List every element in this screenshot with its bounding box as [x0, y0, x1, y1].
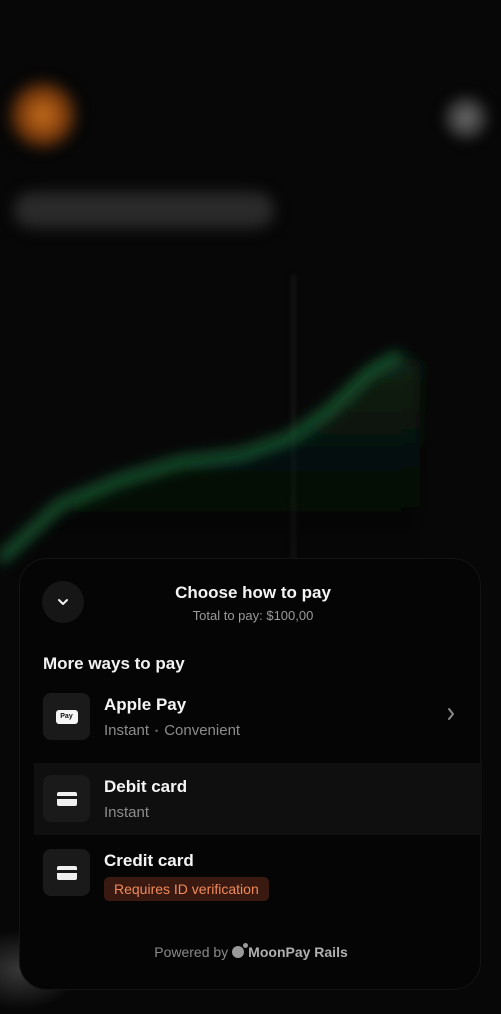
option-credit-card[interactable]: Credit card Requires ID verification — [34, 837, 482, 909]
moonpay-logo-icon — [232, 943, 249, 958]
footer-brand: MoonPay Rails — [232, 943, 348, 960]
id-verification-badge: Requires ID verification — [104, 877, 269, 901]
apple-pay-icon: Pay — [55, 709, 78, 724]
section-title: More ways to pay — [43, 654, 185, 673]
payment-method-sheet: Choose how to pay Total to pay: $100,00 … — [19, 558, 482, 990]
card-icon — [56, 865, 77, 880]
footer-prefix: Powered by — [154, 944, 229, 960]
meta-separator: • — [155, 725, 159, 736]
option-meta: Instant • Convenient — [104, 722, 240, 739]
meta-secondary: Convenient — [164, 722, 241, 739]
debit-card-tile — [43, 775, 90, 822]
sheet-title: Choose how to pay — [175, 583, 331, 602]
chevron-right-icon — [448, 708, 454, 720]
option-apple-pay[interactable]: Pay Apple Pay Instant • Convenient — [34, 681, 482, 753]
option-label: Credit card — [104, 851, 194, 870]
meta-primary: Instant — [104, 722, 150, 739]
total-to-pay: Total to pay: $100,00 — [192, 608, 314, 623]
meta-primary: Instant — [104, 804, 150, 821]
option-debit-card[interactable]: Debit card Instant — [34, 763, 482, 835]
option-label: Debit card — [104, 777, 188, 796]
option-meta: Instant — [104, 804, 149, 821]
brand-name: MoonPay Rails — [248, 944, 348, 960]
option-label: Apple Pay — [104, 695, 187, 714]
powered-by-footer: Powered by MoonPay Rails — [20, 943, 482, 960]
credit-card-tile — [43, 849, 90, 896]
card-icon — [56, 791, 77, 806]
apple-pay-tile: Pay — [43, 693, 90, 740]
